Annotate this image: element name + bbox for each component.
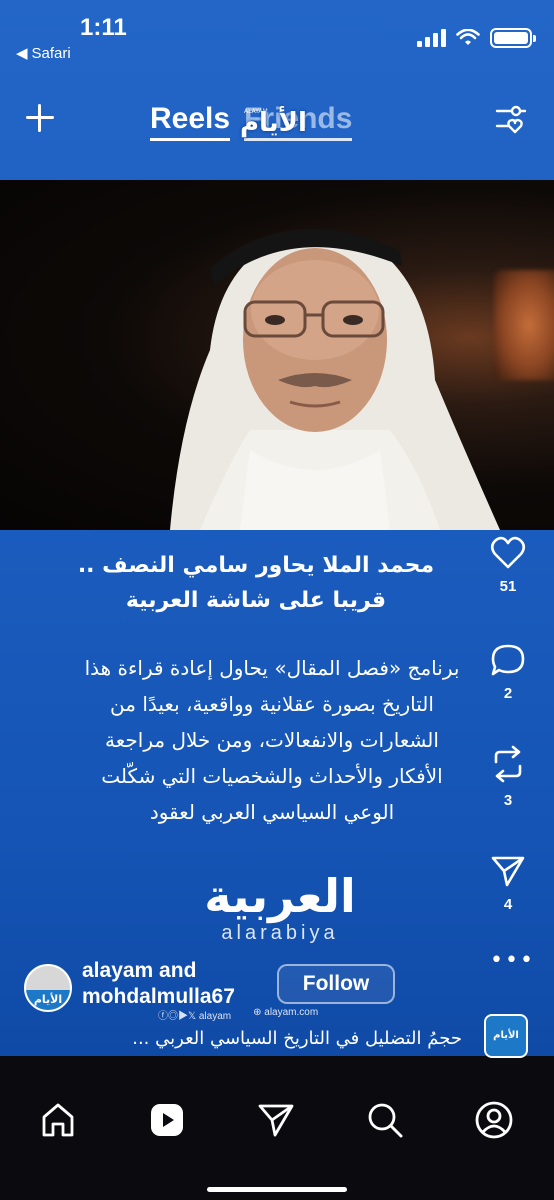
title-line: قريبا على شاشة العربية [125, 588, 387, 613]
search-icon [368, 1103, 403, 1138]
home-icon [42, 1103, 74, 1137]
alarabiya-logo: العربية alarabiya [200, 870, 360, 945]
description-line: برنامج «فصل المقال» يحاول إعادة قراءة هذ… [84, 656, 460, 680]
reel-caption[interactable]: حجمُ التضليل في التاريخ السياسي العربي .… [22, 1024, 462, 1054]
description-line: الشعارات والانفعالات، ومن خلال مراجعة [105, 728, 439, 752]
status-bar: 1:11 ◀ Safari [0, 0, 554, 70]
nav-messages[interactable] [256, 1100, 296, 1140]
back-app-label: Safari [31, 44, 71, 62]
tab-reels[interactable]: Reels [150, 102, 231, 141]
filter-button[interactable] [494, 102, 528, 136]
description-line: التاريخ بصورة عقلانية وواقعية، بعيدًا من [110, 692, 434, 716]
comment-count: 2 [503, 685, 513, 702]
audio-thumb-logo: الأيام [486, 1016, 526, 1056]
description-line: الوعي السياسي العربي لعقود [149, 800, 395, 824]
reel-video[interactable] [0, 180, 554, 530]
comment-action[interactable]: 2 [488, 643, 528, 702]
profile-icon [475, 1101, 513, 1139]
social-handle: ⓕ◎▶𝕏 alayam [158, 1011, 232, 1022]
send-icon [258, 1104, 294, 1137]
battery-icon [490, 28, 536, 48]
nav-home[interactable] [38, 1100, 78, 1140]
back-to-safari[interactable]: ◀ Safari [16, 44, 71, 63]
avatar[interactable]: الأيام [24, 964, 72, 1012]
audio-thumbnail[interactable]: الأيام [484, 1014, 528, 1058]
share-action[interactable]: 4 [488, 854, 528, 913]
status-icons [417, 28, 536, 48]
alarabiya-logo-latin: alarabiya [221, 922, 339, 944]
reels-icon [151, 1104, 183, 1136]
description-line: الأفكار والأحداث والشخصيات التي شكّلت [101, 764, 443, 788]
sliders-heart-icon [495, 105, 527, 134]
reels-header: Reels Friends ALAYAM الأيام [0, 90, 554, 150]
cellular-signal-icon [417, 29, 446, 47]
like-count: 51 [499, 578, 517, 595]
author-line: alayam and [82, 959, 197, 982]
social-strip: ⓕ◎▶𝕏 alayam ⊕ alayam.com [158, 1007, 318, 1022]
reel-title: محمد الملا يحاور سامي النصف .. قريبا على… [46, 548, 466, 618]
heart-icon [490, 536, 526, 569]
repost-count: 3 [503, 792, 513, 809]
author-names[interactable]: alayam and mohdalmulla67 [82, 958, 235, 1010]
chevron-left-small-icon: ◀ [16, 45, 28, 62]
home-indicator [207, 1187, 347, 1192]
more-options-icon[interactable]: ••• [490, 948, 535, 973]
create-button[interactable] [22, 100, 58, 136]
nav-profile[interactable] [474, 1100, 514, 1140]
wifi-icon [456, 29, 480, 45]
reel-description: برنامج «فصل المقال» يحاول إعادة قراءة هذ… [62, 650, 482, 830]
send-icon [491, 856, 525, 887]
background-lamp [494, 270, 554, 380]
repost-icon [494, 745, 522, 783]
bottom-nav [0, 1086, 554, 1200]
comment-icon [491, 644, 525, 676]
nav-search[interactable] [365, 1100, 405, 1140]
nav-reels[interactable] [147, 1100, 187, 1140]
status-time: 1:11 [80, 14, 127, 41]
share-count: 4 [503, 896, 513, 913]
title-line: محمد الملا يحاور سامي النصف .. [77, 553, 435, 578]
like-action[interactable]: 51 [488, 536, 528, 595]
follow-button[interactable]: Follow [277, 964, 395, 1004]
alayam-logo: الأيام [240, 108, 307, 138]
avatar-badge: الأيام [26, 990, 70, 1010]
website-link: ⊕ alayam.com [253, 1007, 319, 1018]
repost-action[interactable]: 3 [488, 744, 528, 809]
interviewee-image [170, 228, 500, 530]
alarabiya-logo-arabic: العربية [204, 869, 356, 923]
